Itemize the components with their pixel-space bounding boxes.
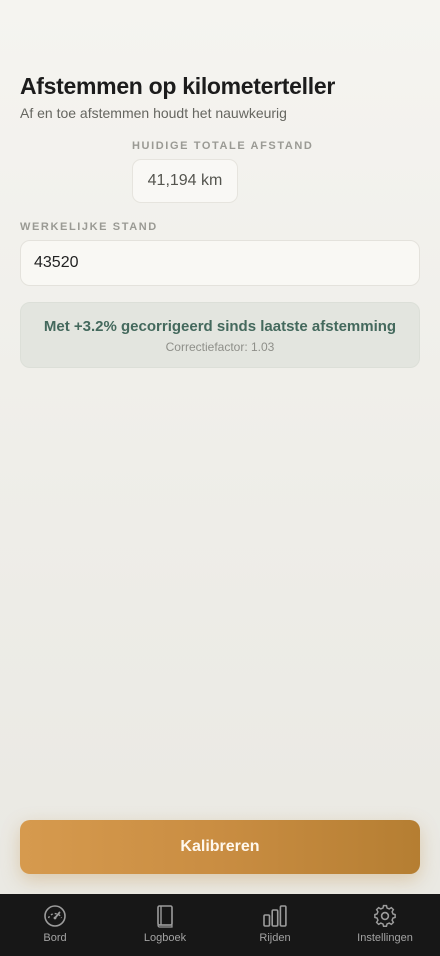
tab-logboek[interactable]: Logboek — [110, 894, 220, 956]
gear-icon — [374, 904, 396, 927]
tab-label: Bord — [43, 932, 67, 944]
actual-reading-input[interactable] — [20, 240, 420, 286]
actual-reading-label: WERKELIJKE STAND — [20, 221, 158, 233]
tab-rijden[interactable]: Rijden — [220, 894, 330, 956]
correction-notice-text: Met +3.2% gecorrigeerd sinds laatste afs… — [43, 318, 397, 335]
bar-chart-icon — [263, 905, 287, 927]
total-distance-value: 41,194 km — [132, 159, 238, 203]
total-distance-label: HUIDIGE TOTALE AFSTAND — [132, 140, 314, 152]
tab-bord[interactable]: Bord — [0, 894, 110, 956]
tab-label: Instellingen — [357, 932, 413, 944]
book-icon — [157, 905, 173, 928]
correction-notice: Met +3.2% gecorrigeerd sinds laatste afs… — [20, 302, 420, 368]
correction-factor-text: Correctiefactor: 1.03 — [165, 340, 275, 354]
tab-label: Logboek — [143, 932, 187, 944]
tab-label: Rijden — [259, 932, 291, 944]
tab-bar: Bord Logboek Rijden Instellingen — [0, 894, 440, 956]
page-subtitle: Af en toe afstemmen houdt het nauwkeurig — [20, 105, 287, 121]
gauge-icon — [44, 905, 66, 927]
page-title: Afstemmen op kilometerteller — [20, 73, 335, 99]
header: Afstemmen op kilometerteller Af en toe a… — [20, 72, 420, 122]
tab-instellingen[interactable]: Instellingen — [330, 894, 440, 956]
calibrate-button[interactable]: Kalibreren — [20, 820, 420, 874]
